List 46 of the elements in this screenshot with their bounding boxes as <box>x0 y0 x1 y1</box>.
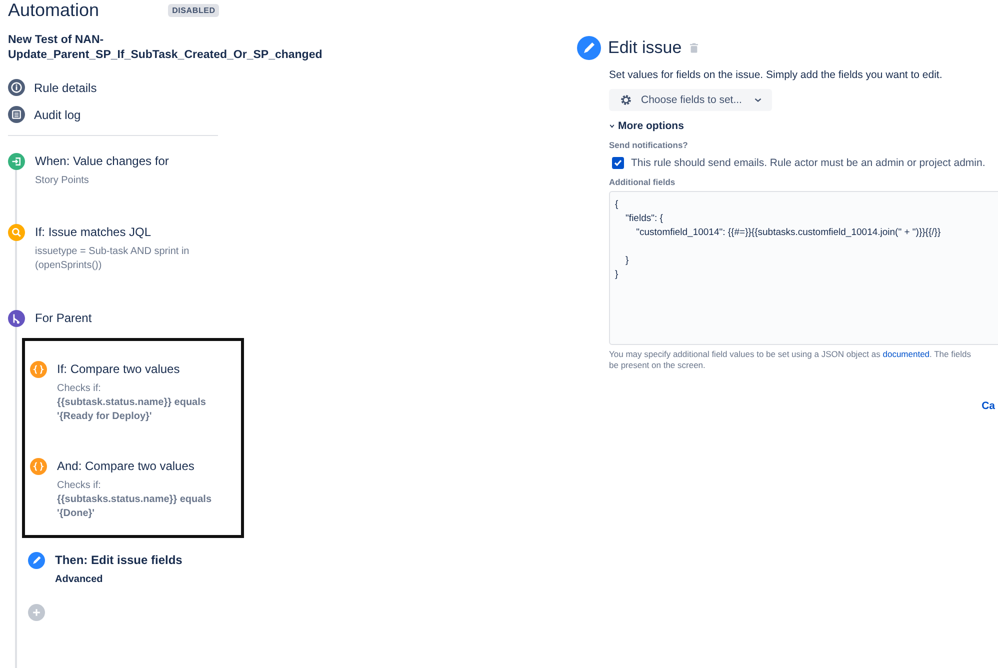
step-detail: Story Points <box>35 174 90 188</box>
rule-name: New Test of NAN-Update_Parent_SP_If_SubTask_Created_Or_SP_changed <box>8 33 324 63</box>
info-icon <box>8 79 25 96</box>
chevron-icon <box>609 123 615 129</box>
branch-icon <box>8 310 25 327</box>
field-label: Additional fields <box>609 177 676 187</box>
help-text: be present on the screen. <box>609 360 706 370</box>
step-expression: {{subtasks.status.name}} equals '{Done}' <box>57 493 213 521</box>
checkbox-label: This rule should send emails. Rule actor must be an admin or project admin. <box>631 157 986 169</box>
nav-link[interactable]: Rule details <box>34 80 97 94</box>
enter-icon <box>8 153 25 170</box>
nav-link[interactable]: Audit log <box>34 108 81 122</box>
documented-link[interactable]: documented <box>882 349 930 359</box>
page-title: Automation <box>8 0 100 20</box>
step-title[interactable]: If: Issue matches JQL <box>35 224 205 241</box>
search-icon <box>8 224 25 241</box>
step-title[interactable]: If: Compare two values <box>57 361 227 378</box>
choose-fields-button[interactable]: Choose fields to set... <box>609 89 772 111</box>
pencil-icon <box>577 36 601 60</box>
step-title[interactable]: For Parent <box>35 310 92 327</box>
settings-icon <box>619 93 633 107</box>
panel-description: Set values for fields on the issue. Simply add the fields you want to edit. <box>609 69 944 81</box>
more-options-toggle[interactable]: More options <box>609 120 684 132</box>
step-expression: {{subtask.status.name}} equals '{Ready for Deploy}' <box>57 396 207 424</box>
list-icon <box>8 106 25 123</box>
status-badge: DISABLED <box>168 4 220 16</box>
cancel-link[interactable]: Ca <box>982 400 995 412</box>
step-detail: Checks if: <box>57 479 102 493</box>
step-subtitle: Advanced <box>55 573 104 587</box>
help-text: You may specify additional field values to be set using a JSON object as <box>609 349 880 359</box>
checkbox[interactable] <box>612 157 624 169</box>
step-detail: Checks if: <box>57 382 102 396</box>
braces-icon <box>30 361 47 378</box>
step-title[interactable]: When: Value changes for <box>35 153 205 170</box>
trash-icon[interactable] <box>690 43 698 53</box>
panel-title: Edit issue <box>608 38 682 58</box>
field-label: Send notifications? <box>609 140 689 150</box>
add-icon[interactable] <box>28 604 45 621</box>
json-field[interactable]: { "fields": { "customfield_10014": {{#=}}{{subtasks.customfield_10014.join(" + ")}}{{/}} } } <box>609 191 998 345</box>
chevron-down-icon <box>754 97 762 103</box>
step-title[interactable]: And: Compare two values <box>57 458 227 475</box>
step-title[interactable]: Then: Edit issue fields <box>55 552 225 569</box>
help-text: . The fields <box>930 349 971 359</box>
step-detail: issuetype = Sub-task AND sprint in (openSprints()) <box>35 245 190 273</box>
pencil-icon <box>28 552 45 569</box>
braces-icon <box>30 458 47 475</box>
